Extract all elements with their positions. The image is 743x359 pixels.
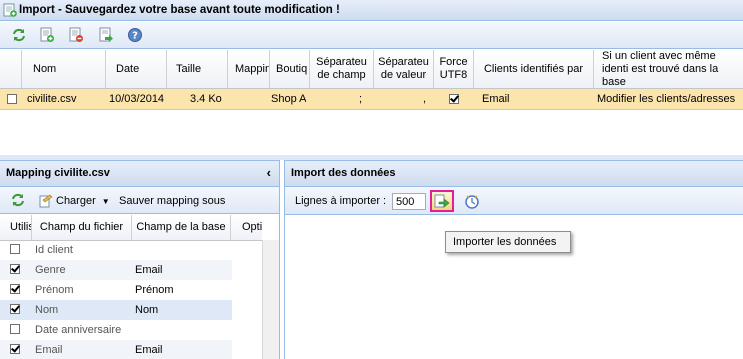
import-grid-header: Nom Date Taille Mappin Boutiq Séparateu …	[0, 50, 743, 89]
import-data-button[interactable]	[430, 190, 454, 212]
header-separateur-valeur[interactable]: Séparateu de valeur	[374, 50, 434, 88]
dropdown-arrow-icon: ▼	[101, 196, 110, 206]
mapping-row[interactable]: Date anniversaire	[0, 320, 232, 340]
row-date: 10/03/2014	[109, 93, 165, 105]
import-file-icon[interactable]	[97, 26, 115, 44]
champ-fichier: Email	[35, 344, 63, 356]
champ-base[interactable]: Prénom	[135, 280, 174, 300]
header-boutique[interactable]: Boutiq	[270, 50, 310, 88]
champ-fichier: Nom	[35, 304, 59, 316]
header-utiliser[interactable]: Utilis	[0, 215, 32, 240]
row-boutique: Shop A	[271, 93, 307, 105]
header-separateur-champ[interactable]: Séparateu de champ	[310, 50, 374, 88]
window-title: Import - Sauvegardez votre base avant to…	[19, 4, 340, 16]
charger-button[interactable]: Charger ▼	[39, 192, 110, 210]
lines-input[interactable]	[392, 193, 426, 210]
row-force-utf8-checkbox[interactable]	[449, 89, 459, 109]
mapping-toolbar: Charger ▼ Sauver mapping sous	[0, 187, 279, 214]
row-si-client-trouve: Modifier les clients/adresses	[597, 93, 736, 105]
schedule-clock-icon[interactable]	[463, 192, 481, 210]
champ-fichier: Genre	[35, 264, 66, 276]
use-checkbox[interactable]	[10, 344, 20, 354]
add-file-icon[interactable]	[38, 26, 56, 44]
mapping-scrollbar[interactable]	[262, 240, 279, 359]
mapping-panel: Mapping civilite.csv ‹ Charger ▼ Sauver …	[0, 160, 280, 359]
svg-text:?: ?	[132, 31, 138, 42]
import-toolbar: Lignes à importer :	[285, 187, 743, 215]
header-clients-identifies[interactable]: Clients identifiés par	[474, 50, 594, 88]
champ-base[interactable]: Email	[135, 260, 163, 280]
mapping-row[interactable]: Genre Email	[0, 260, 232, 280]
refresh-icon[interactable]	[10, 26, 28, 44]
use-checkbox[interactable]	[10, 304, 20, 314]
row-separateur-champ: ;	[359, 93, 363, 105]
mapping-panel-header: Mapping civilite.csv ‹	[0, 160, 279, 187]
main-toolbar: ?	[0, 22, 743, 49]
row-nom: civilite.csv	[27, 93, 77, 105]
import-panel: Import des données Lignes à importer :	[284, 160, 743, 359]
import-window-icon	[3, 3, 17, 24]
header-nom[interactable]: Nom	[22, 50, 106, 88]
mapping-grid-body: Id client Genre Email Prénom Prénom Nom …	[0, 240, 262, 359]
import-panel-header: Import des données	[285, 160, 743, 187]
sauver-mapping-button[interactable]: Sauver mapping sous	[119, 192, 225, 210]
collapse-left-icon[interactable]: ‹	[267, 161, 271, 185]
champ-fichier: Date anniversaire	[35, 324, 122, 336]
mapping-row[interactable]: Prénom Prénom	[0, 280, 232, 300]
champ-fichier: Prénom	[35, 284, 74, 296]
header-si-client-trouve[interactable]: Si un client avec même identi est trouvé…	[594, 50, 743, 88]
header-select	[0, 50, 22, 88]
help-icon[interactable]: ?	[126, 26, 144, 44]
load-mapping-icon	[39, 194, 53, 208]
mapping-row[interactable]: Id client	[0, 240, 232, 260]
import-arrow-icon	[434, 194, 450, 208]
tooltip: Importer les données	[445, 231, 571, 253]
lines-label: Lignes à importer :	[295, 195, 387, 207]
row-select-checkbox[interactable]	[7, 89, 17, 109]
header-force-utf8[interactable]: Force UTF8	[434, 50, 474, 88]
header-mapping[interactable]: Mappin	[228, 50, 270, 88]
mapping-grid-header: Utilis Champ du fichier Champ de la base…	[0, 215, 262, 241]
use-checkbox[interactable]	[10, 284, 20, 294]
mapping-row[interactable]: Nom Nom	[0, 300, 232, 320]
header-taille[interactable]: Taille	[167, 50, 228, 88]
mapping-panel-title: Mapping civilite.csv	[6, 167, 110, 179]
row-taille: 3.4 Ko	[190, 93, 222, 105]
champ-base[interactable]: Nom	[135, 300, 158, 320]
import-grid-row[interactable]: civilite.csv 10/03/2014 3.4 Ko Shop A ; …	[0, 89, 743, 110]
champ-base[interactable]: Email	[135, 340, 163, 359]
use-checkbox[interactable]	[10, 324, 20, 334]
header-champ-fichier[interactable]: Champ du fichier	[32, 215, 132, 240]
window-titlebar: Import - Sauvegardez votre base avant to…	[0, 0, 743, 21]
header-date[interactable]: Date	[106, 50, 167, 88]
use-checkbox[interactable]	[10, 264, 20, 274]
use-checkbox[interactable]	[10, 244, 20, 254]
header-champ-base[interactable]: Champ de la base	[132, 215, 231, 240]
row-clients-identifies: Email	[482, 93, 510, 105]
delete-file-icon[interactable]	[67, 26, 85, 44]
header-options[interactable]: Options	[231, 215, 262, 240]
refresh-icon[interactable]	[9, 191, 27, 209]
champ-fichier: Id client	[35, 244, 73, 256]
row-separateur-valeur: ,	[423, 93, 427, 105]
mapping-row[interactable]: Email Email	[0, 340, 232, 359]
charger-label: Charger	[56, 195, 96, 207]
